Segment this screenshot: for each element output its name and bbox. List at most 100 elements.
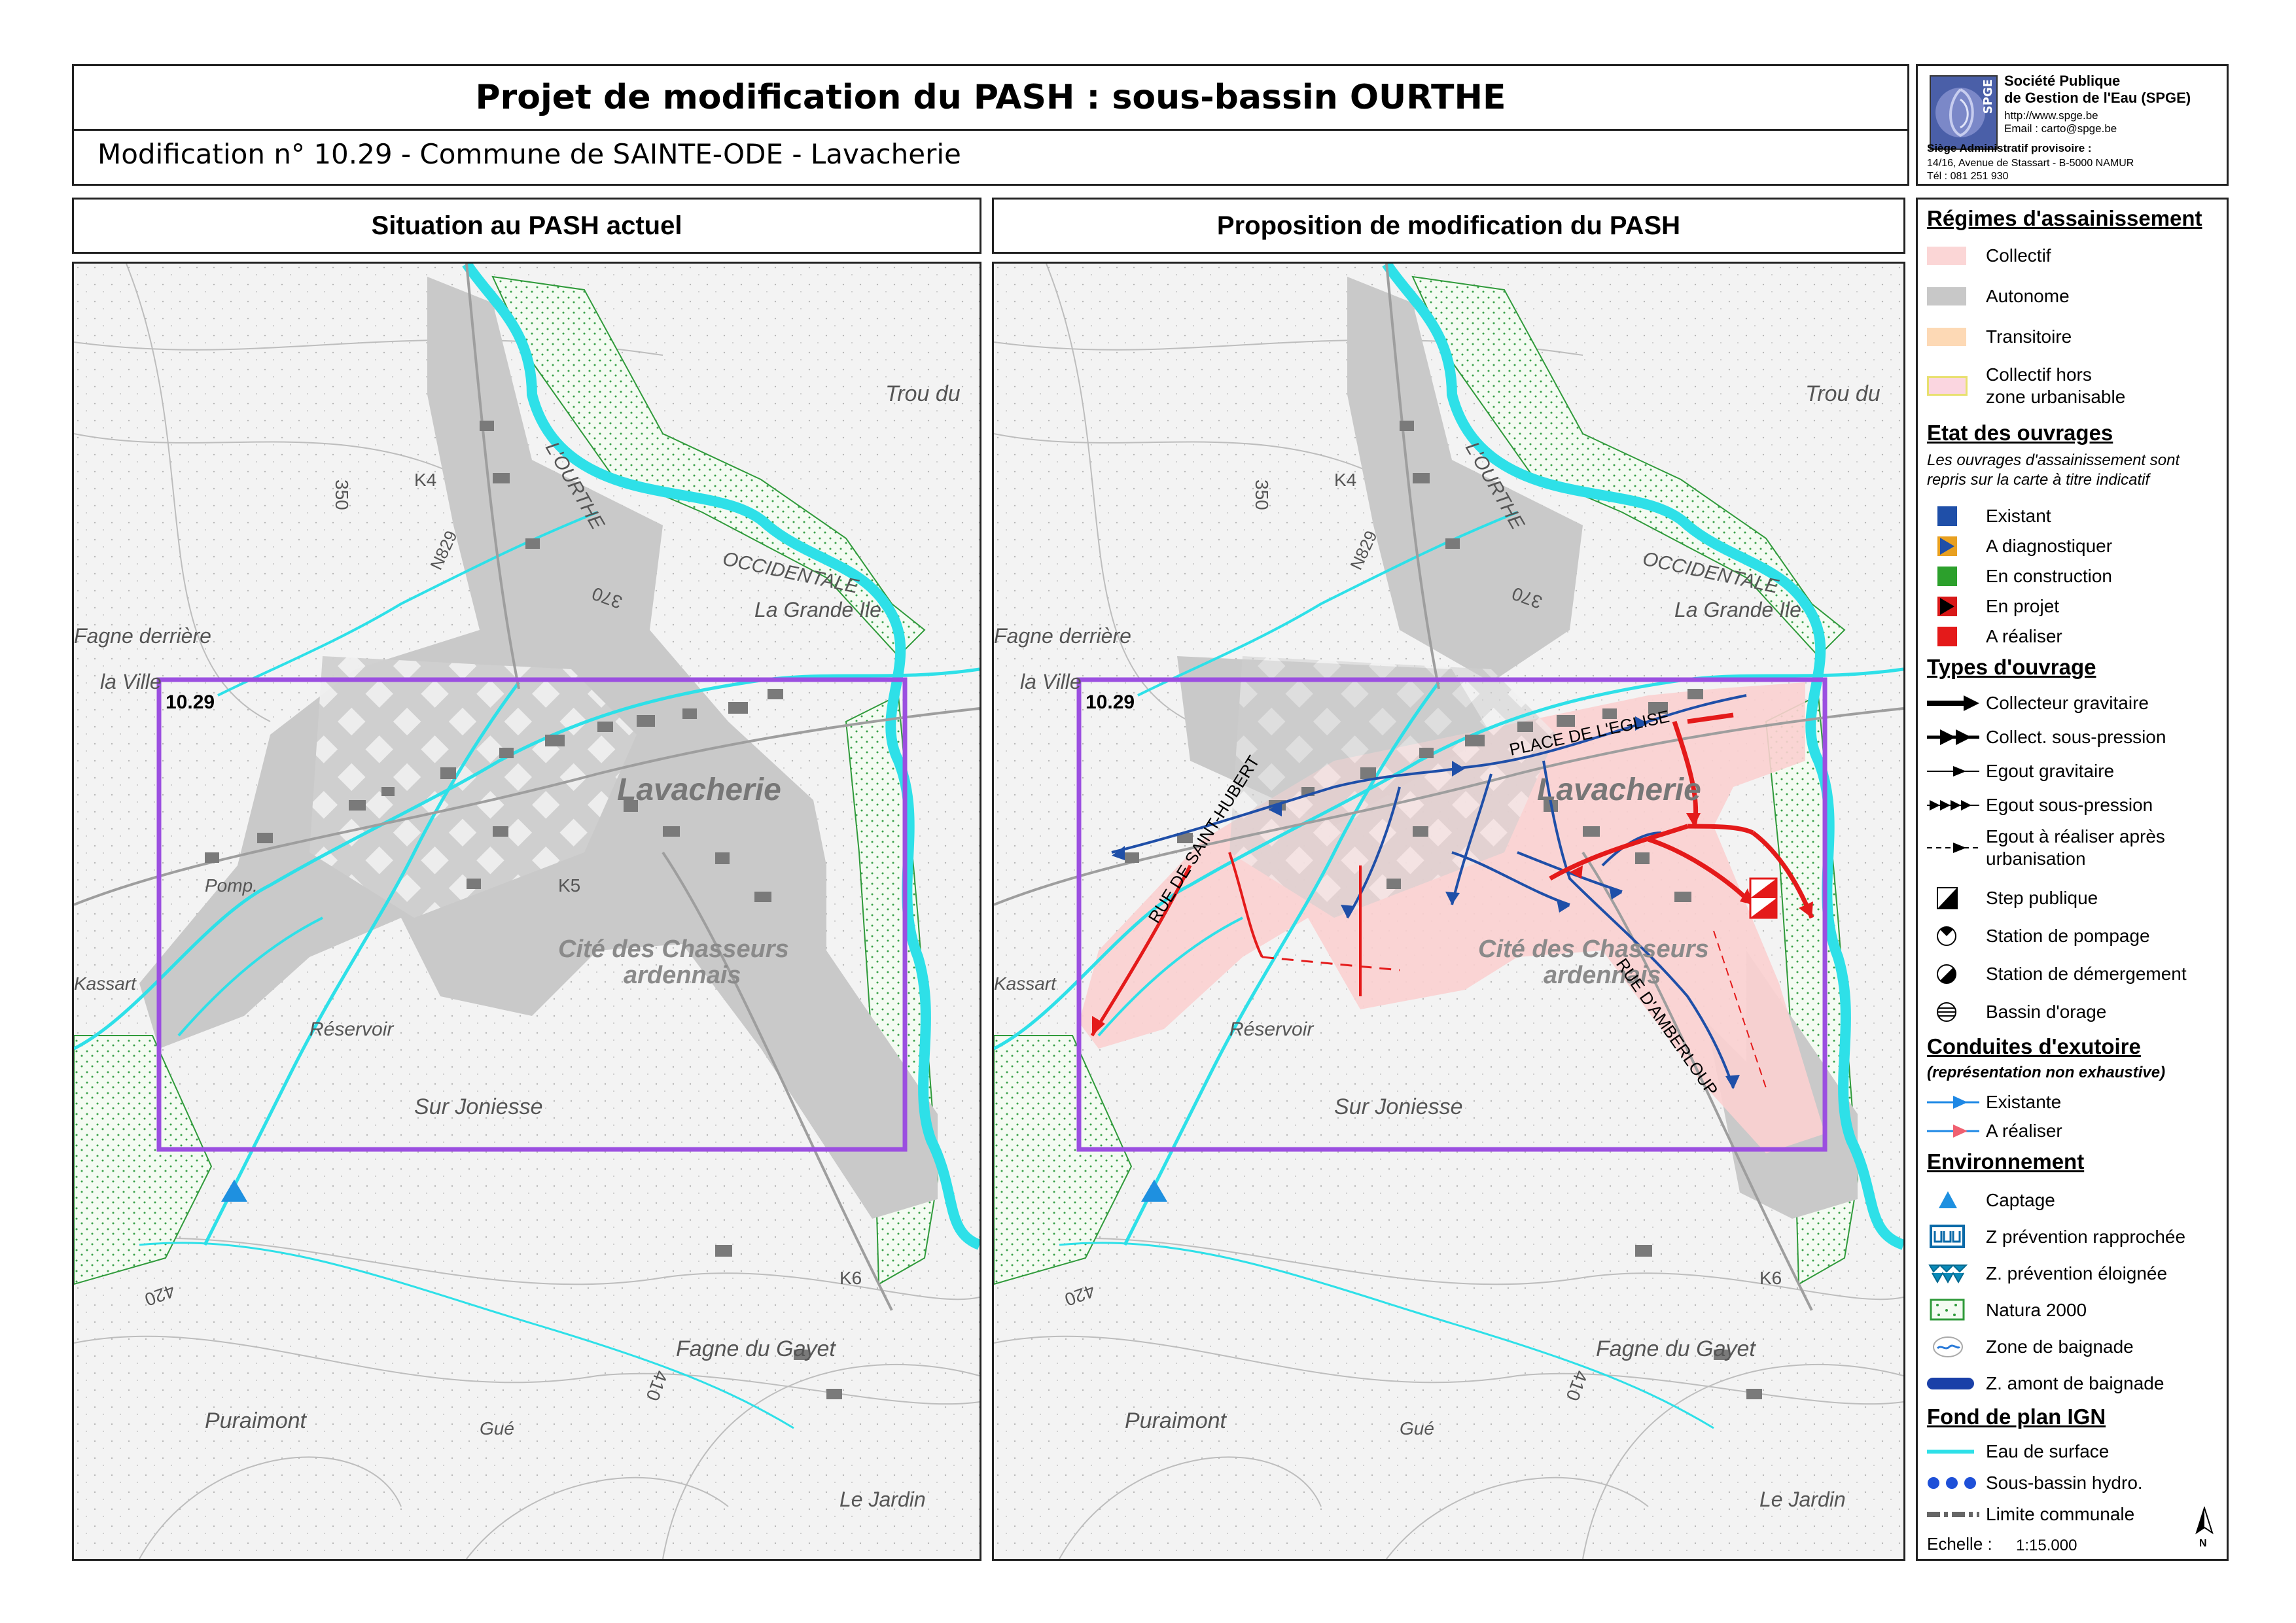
legend-item-natura: Natura 2000 xyxy=(1927,1297,2087,1323)
legend-label-collect-pression: Collect. sous-pression xyxy=(1986,727,2166,747)
legend-item-autonome: Autonome xyxy=(1927,283,2070,309)
diagnose-icon xyxy=(1937,536,1957,556)
le-jardin-label-right: Le Jardin xyxy=(1759,1488,1846,1511)
legend-fond-title: Fond de plan IGN xyxy=(1927,1405,2106,1429)
legend-label-construction: En construction xyxy=(1986,566,2112,586)
spge-email[interactable]: Email : carto@spge.be xyxy=(2004,122,2117,135)
stassart-label-left: Kassart xyxy=(74,973,137,994)
spge-address: 14/16, Avenue de Stassart - B-5000 NAMUR xyxy=(1927,158,2134,169)
contour-350-right: 350 xyxy=(1252,480,1272,510)
spge-phone: Tél : 081 251 930 xyxy=(1927,171,2009,182)
legend-label-step: Step publique xyxy=(1986,888,2098,908)
right-panel-title: Proposition de modification du PASH xyxy=(992,198,1905,254)
swatch-transitoire xyxy=(1927,328,1966,346)
legend-label-projet: En projet xyxy=(1986,596,2060,616)
water-catchment-icon xyxy=(1939,1191,1957,1208)
scale-value: 1:15.000 xyxy=(2016,1537,2077,1554)
left-panel-title: Situation au PASH actuel xyxy=(72,198,981,254)
map-current-pash[interactable]: 10.29 Lavacherie Cité des Chasseurs arde… xyxy=(72,262,981,1561)
pumping-station-icon xyxy=(1937,926,1956,946)
legend-regimes-title: Régimes d'assainissement xyxy=(1927,206,2202,230)
legend-label-orage: Bassin d'orage xyxy=(1986,1002,2107,1022)
legend-item-egout-gravitaire: Egout gravitaire xyxy=(1927,758,2114,784)
legend-item-orage: Bassin d'orage xyxy=(1927,999,2106,1025)
k6-label-right: K6 xyxy=(1759,1268,1782,1288)
legend-label-egout-pression: Egout sous-pression xyxy=(1986,795,2153,815)
legend-item-prevention-eloignee: Z. prévention éloignée xyxy=(1927,1261,2167,1287)
contour-350-left: 350 xyxy=(332,480,352,510)
spge-name-2: de Gestion de l'Eau (SPGE) xyxy=(2004,90,2191,106)
gue-label-right: Gué xyxy=(1400,1418,1434,1439)
legend-item-step: Step publique xyxy=(1927,885,2098,911)
legend-item-prevention-rapprochee: Z prévention rapprochée xyxy=(1927,1224,2185,1250)
legend-label-transitoire: Transitoire xyxy=(1986,326,2072,347)
legend-label-eau: Eau de surface xyxy=(1986,1441,2110,1461)
construction-square-icon xyxy=(1937,567,1957,586)
legend-label-existant: Existant xyxy=(1986,506,2051,526)
storm-basin-icon xyxy=(1937,1002,1956,1022)
legend-item-egout-futur: Egout à réaliser après urbanisation xyxy=(1927,825,2165,871)
la-ville-label-right: la Ville xyxy=(1020,670,1082,693)
municipal-boundary-icon xyxy=(1927,1512,1979,1517)
legend-label-egout-futur-1: Egout à réaliser après xyxy=(1986,826,2165,846)
sur-joniesse-label-right: Sur Joniesse xyxy=(1334,1094,1463,1119)
to-realize-square-icon xyxy=(1937,627,1957,646)
legend-env-title: Environnement xyxy=(1927,1149,2085,1174)
legend-item-amont-baignade: Z. amont de baignade xyxy=(1927,1370,2164,1397)
cite2-label-left: ardennais xyxy=(624,962,741,989)
page-title: Projet de modification du PASH : sous-ba… xyxy=(475,78,1506,117)
map-proposed-pash[interactable]: 10.29 Lavacherie Cité des Chasseurs arde… xyxy=(992,262,1905,1561)
cite-label-left: Cité des Chasseurs xyxy=(558,935,789,963)
legend-label-collecteur-gravitaire: Collecteur gravitaire xyxy=(1986,693,2149,713)
legend-item-collectif: Collectif xyxy=(1927,243,2051,269)
swatch-collectif xyxy=(1927,247,1966,265)
legend-item-eau: Eau de surface xyxy=(1927,1439,2109,1465)
fagne-gayet-label-left: Fagne du Gayet xyxy=(676,1336,836,1361)
bathing-zone-icon xyxy=(1933,1336,1963,1357)
near-prevention-zone-icon xyxy=(1930,1225,1965,1248)
legend-label-diagnostiquer: A diagnostiquer xyxy=(1986,536,2113,556)
legend-conduites-title: Conduites d'exutoire xyxy=(1927,1034,2141,1058)
legend-label-collectif-hors-2: zone urbanisable xyxy=(1986,387,2126,407)
k6-label-left: K6 xyxy=(839,1268,862,1288)
surface-water-line-icon xyxy=(1927,1450,1974,1454)
sewer-pressure-icon xyxy=(1927,800,1979,811)
north-label: N xyxy=(2199,1538,2207,1549)
legend-etat-note-1: Les ouvrages d'assainissement sont xyxy=(1927,451,2180,469)
drainage-station-icon xyxy=(1937,964,1956,984)
legend-label-egout-futur-2: urbanisation xyxy=(1986,848,2086,869)
legend-item-transitoire: Transitoire xyxy=(1927,324,2072,350)
legend-item-sous-bassin: Sous-bassin hydro. xyxy=(1927,1470,2143,1496)
scale-label: Echelle : xyxy=(1927,1534,1992,1554)
cite-label-right: Cité des Chasseurs xyxy=(1478,935,1709,963)
spge-name-1: Société Publique xyxy=(2004,73,2121,89)
treatment-plant-icon xyxy=(1937,887,1958,909)
legend-etat-note-2: repris sur la carte à titre indicatif xyxy=(1927,471,2150,489)
legend-types-title: Types d'ouvrage xyxy=(1927,655,2096,679)
puraimont-label-right: Puraimont xyxy=(1125,1408,1227,1433)
puraimont-label-left: Puraimont xyxy=(205,1408,308,1433)
legend-item-diagnostiquer: A diagnostiquer xyxy=(1927,533,2112,559)
gue-label-left: Gué xyxy=(480,1418,514,1439)
legend-item-egout-pression: Egout sous-pression xyxy=(1927,792,2153,818)
spge-logo-text: SPGE xyxy=(1981,79,1995,114)
collector-gravity-icon xyxy=(1927,695,1979,711)
grande-ile-label-left: La Grande Ile xyxy=(754,598,881,621)
legend-label-captage: Captage xyxy=(1986,1190,2055,1210)
page-subtitle: Modification n° 10.29 - Commune de SAINT… xyxy=(97,138,961,170)
reservoir-label-right: Réservoir xyxy=(1229,1019,1314,1040)
legend-item-projet: En projet xyxy=(1927,593,2059,620)
le-jardin-label-left: Le Jardin xyxy=(839,1488,926,1511)
legend-item-conduite-existante: Existante xyxy=(1927,1089,2061,1115)
legend-label-natura: Natura 2000 xyxy=(1986,1300,2087,1320)
legend-label-baignade: Zone de baignade xyxy=(1986,1336,2134,1357)
fagne-gayet-label-right: Fagne du Gayet xyxy=(1596,1336,1756,1361)
legend-label-autonome: Autonome xyxy=(1986,286,2070,306)
legend-label-pompage: Station de pompage xyxy=(1986,926,2150,946)
natura-2000-icon xyxy=(1930,1299,1965,1321)
legend-item-pompage: Station de pompage xyxy=(1927,923,2150,949)
legend-label-demergement: Station de démergement xyxy=(1986,964,2187,984)
fagne-derriere-label-right: Fagne derrière xyxy=(994,624,1131,648)
zone-id-label-right: 10.29 xyxy=(1086,691,1135,713)
spge-url[interactable]: http://www.spge.be xyxy=(2004,109,2098,122)
